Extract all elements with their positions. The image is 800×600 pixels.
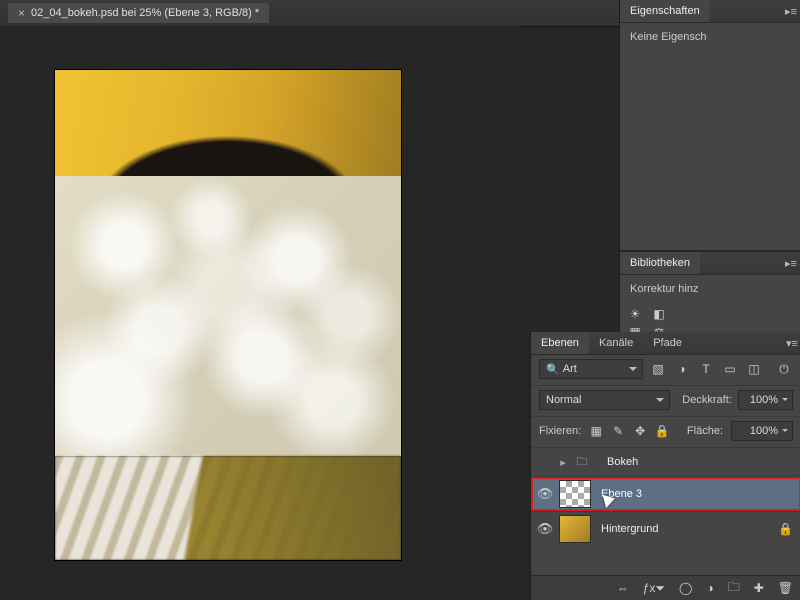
canvas-content-top xyxy=(55,70,401,176)
adjustment-icon-row: ☀ ◧ xyxy=(620,303,800,325)
document-title: 02_04_bokeh.psd bei 25% (Ebene 3, RGB/8)… xyxy=(31,7,259,19)
layer-name[interactable]: Ebene 3 xyxy=(591,488,800,500)
filter-toggle-icon[interactable]: ⏻ xyxy=(775,360,793,378)
canvas-area xyxy=(0,26,520,600)
lock-pixels-icon[interactable]: ✎ xyxy=(611,424,625,438)
libraries-label: Korrektur hinz xyxy=(620,275,800,303)
lock-icon: 🔒 xyxy=(778,522,800,536)
panel-flyout-icon[interactable]: ▾≡ xyxy=(783,337,800,350)
new-group-icon[interactable]: 🗀 xyxy=(728,578,740,599)
group-expand-icon[interactable]: ▸ xyxy=(559,456,567,469)
panel-header: Bibliotheken ▸≡ xyxy=(620,252,800,275)
tab-libraries[interactable]: Bibliotheken xyxy=(620,252,700,274)
libraries-panel: Bibliotheken ▸≡ Korrektur hinz ☀ ◧ ▦ ⚖ xyxy=(619,252,800,332)
layers-footer: ⇔ ƒx⏷ ◯ ◑ 🗀 ✚ 🗑 xyxy=(531,575,800,600)
tab-paths[interactable]: Pfade xyxy=(643,332,692,354)
filter-kind-dropdown[interactable]: 🔍 Art xyxy=(539,359,643,379)
opacity-field[interactable]: 100% xyxy=(738,390,793,410)
layer-thumbnail[interactable] xyxy=(559,515,591,543)
tab-properties[interactable]: Eigenschaften xyxy=(620,0,710,22)
blend-row: Normal Deckkraft: 100% xyxy=(531,386,800,417)
lock-transparency-icon[interactable]: ▦ xyxy=(589,424,603,438)
layer-row[interactable]: 👁 Hintergrund 🔒 xyxy=(531,511,800,546)
layer-name[interactable]: Bokeh xyxy=(597,456,800,468)
canvas-content-bottom xyxy=(55,456,401,560)
brightness-icon[interactable]: ☀ xyxy=(628,307,642,321)
fill-field[interactable]: 100% xyxy=(731,421,793,441)
filter-shape-icon[interactable]: ▭ xyxy=(721,360,739,378)
layer-thumbnail[interactable] xyxy=(559,480,591,508)
visibility-toggle[interactable]: 👁 xyxy=(531,521,559,537)
folder-icon: 🗀 xyxy=(567,449,597,475)
layers-panel: Ebenen Kanäle Pfade ▾≡ 🔍 Art ▧ ◑ T ▭ ◫ ⏻… xyxy=(530,332,800,600)
panel-header: Eigenschaften ▸≡ xyxy=(620,0,800,23)
properties-panel: Eigenschaften ▸≡ Keine Eigensch xyxy=(619,0,800,250)
layer-filter-row: 🔍 Art ▧ ◑ T ▭ ◫ ⏻ xyxy=(531,355,800,386)
link-layers-icon[interactable]: ⇔ xyxy=(617,581,629,595)
filter-adjust-icon[interactable]: ◑ xyxy=(673,360,691,378)
layer-row-selected[interactable]: 👁 Ebene 3 xyxy=(531,476,800,511)
layer-name[interactable]: Hintergrund xyxy=(591,523,778,535)
fill-label: Fläche: xyxy=(687,425,723,437)
tab-channels[interactable]: Kanäle xyxy=(589,332,643,354)
filter-pixel-icon[interactable]: ▧ xyxy=(649,360,667,378)
filter-kind-label: Art xyxy=(563,363,577,375)
panel-flyout-icon[interactable]: ▸≡ xyxy=(782,257,800,270)
lock-row: Fixieren: ▦ ✎ ✥ 🔒 Fläche: 100% xyxy=(531,417,800,447)
new-layer-icon[interactable]: ✚ xyxy=(754,581,764,595)
panel-header: Ebenen Kanäle Pfade ▾≡ xyxy=(531,332,800,355)
new-adjustment-icon[interactable]: ◑ xyxy=(706,581,713,595)
filter-type-icon[interactable]: T xyxy=(697,360,715,378)
tab-layers[interactable]: Ebenen xyxy=(531,332,589,354)
delete-layer-icon[interactable]: 🗑 xyxy=(778,581,793,595)
blend-mode-dropdown[interactable]: Normal xyxy=(539,390,670,410)
visibility-toggle[interactable]: 👁 xyxy=(531,486,559,502)
layer-list: ▸ 🗀 Bokeh 👁 Ebene 3 👁 Hintergrund 🔒 xyxy=(531,447,800,546)
canvas-content-bokeh xyxy=(55,176,401,456)
lock-all-icon[interactable]: 🔒 xyxy=(655,424,669,438)
properties-empty-text: Keine Eigensch xyxy=(620,23,800,51)
lock-label: Fixieren: xyxy=(539,425,581,437)
document-canvas[interactable] xyxy=(55,70,401,560)
document-tab[interactable]: × 02_04_bokeh.psd bei 25% (Ebene 3, RGB/… xyxy=(8,3,269,23)
opacity-label: Deckkraft: xyxy=(682,394,732,406)
close-icon[interactable]: × xyxy=(18,6,25,20)
lock-position-icon[interactable]: ✥ xyxy=(633,424,647,438)
filter-smart-icon[interactable]: ◫ xyxy=(745,360,763,378)
add-mask-icon[interactable]: ◯ xyxy=(679,581,692,595)
layer-row-group[interactable]: ▸ 🗀 Bokeh xyxy=(531,447,800,476)
layer-style-icon[interactable]: ƒx⏷ xyxy=(643,581,665,596)
panel-flyout-icon[interactable]: ▸≡ xyxy=(782,5,800,18)
search-icon: 🔍 xyxy=(546,363,560,376)
levels-icon[interactable]: ◧ xyxy=(652,307,666,321)
